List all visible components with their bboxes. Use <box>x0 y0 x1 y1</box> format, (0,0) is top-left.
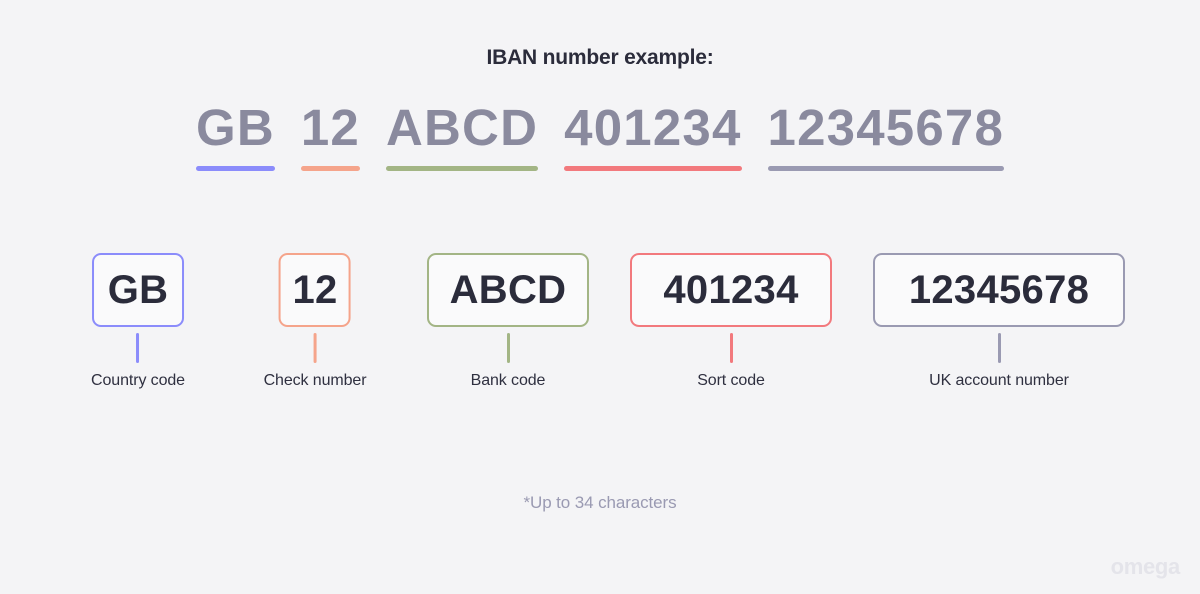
breakdown-chip[interactable]: 12345678 <box>873 253 1125 327</box>
breakdown-chip-label: UK account number <box>929 372 1069 389</box>
iban-segment-underline <box>386 166 539 171</box>
breakdown-connector-line <box>136 333 140 363</box>
breakdown-connector-line <box>729 333 733 363</box>
breakdown-connector-line <box>313 333 317 363</box>
iban-segment: GB <box>195 97 275 171</box>
iban-segment: 12345678 <box>767 97 1005 171</box>
iban-segment-text: 12 <box>300 99 360 156</box>
iban-segment-underline <box>195 166 275 171</box>
breakdown-chip[interactable]: 401234 <box>630 253 832 327</box>
breakdown-connector-line <box>506 333 510 363</box>
breakdown-chip[interactable]: 12 <box>278 253 351 327</box>
breakdown-group: 12 Check number <box>264 253 367 390</box>
breakdown-chip-value: 12345678 <box>908 268 1090 312</box>
breakdown-chip-value: 12 <box>292 268 338 312</box>
iban-breakdown-row: GB Country code 12 Check number ABCD Bank cod… <box>0 253 1200 413</box>
breakdown-group: GB Country code <box>91 253 185 390</box>
iban-segment-text: 12345678 <box>767 99 1005 156</box>
breakdown-group: 401234 Sort code <box>630 253 832 390</box>
breakdown-chip-value: GB <box>107 268 169 312</box>
breakdown-chip[interactable]: ABCD <box>427 253 589 327</box>
iban-segment-underline <box>564 166 742 171</box>
iban-segment-text: 401234 <box>564 99 742 156</box>
iban-segment-underline <box>767 166 1005 171</box>
iban-segment-underline <box>300 166 360 171</box>
iban-segment-text: ABCD <box>386 99 539 156</box>
omega-watermark-logo: omega <box>1110 554 1181 579</box>
breakdown-connector-line <box>997 333 1001 363</box>
breakdown-chip-value: 401234 <box>663 268 799 312</box>
breakdown-chip-label: Bank code <box>470 372 546 389</box>
page-title: IBAN number example: <box>486 46 714 69</box>
breakdown-group: ABCD Bank code <box>427 253 589 390</box>
breakdown-group: 12345678 UK account number <box>873 253 1125 390</box>
breakdown-chip[interactable]: GB <box>92 253 184 327</box>
iban-segment: ABCD <box>386 97 539 171</box>
iban-segment-text: GB <box>195 99 275 156</box>
breakdown-chip-label: Country code <box>91 372 185 389</box>
iban-segment: 401234 <box>564 97 742 171</box>
breakdown-chip-label: Check number <box>263 372 367 389</box>
breakdown-chip-label: Sort code <box>697 372 765 389</box>
breakdown-chip-value: ABCD <box>449 268 567 312</box>
iban-segment: 12 <box>300 97 360 171</box>
diagram-canvas: IBAN number example: GB 12 ABCD 401234 12345… <box>0 0 1200 594</box>
iban-example-row: GB 12 ABCD 401234 12345678 <box>0 97 1200 171</box>
footnote-text: *Up to 34 characters <box>523 493 677 512</box>
